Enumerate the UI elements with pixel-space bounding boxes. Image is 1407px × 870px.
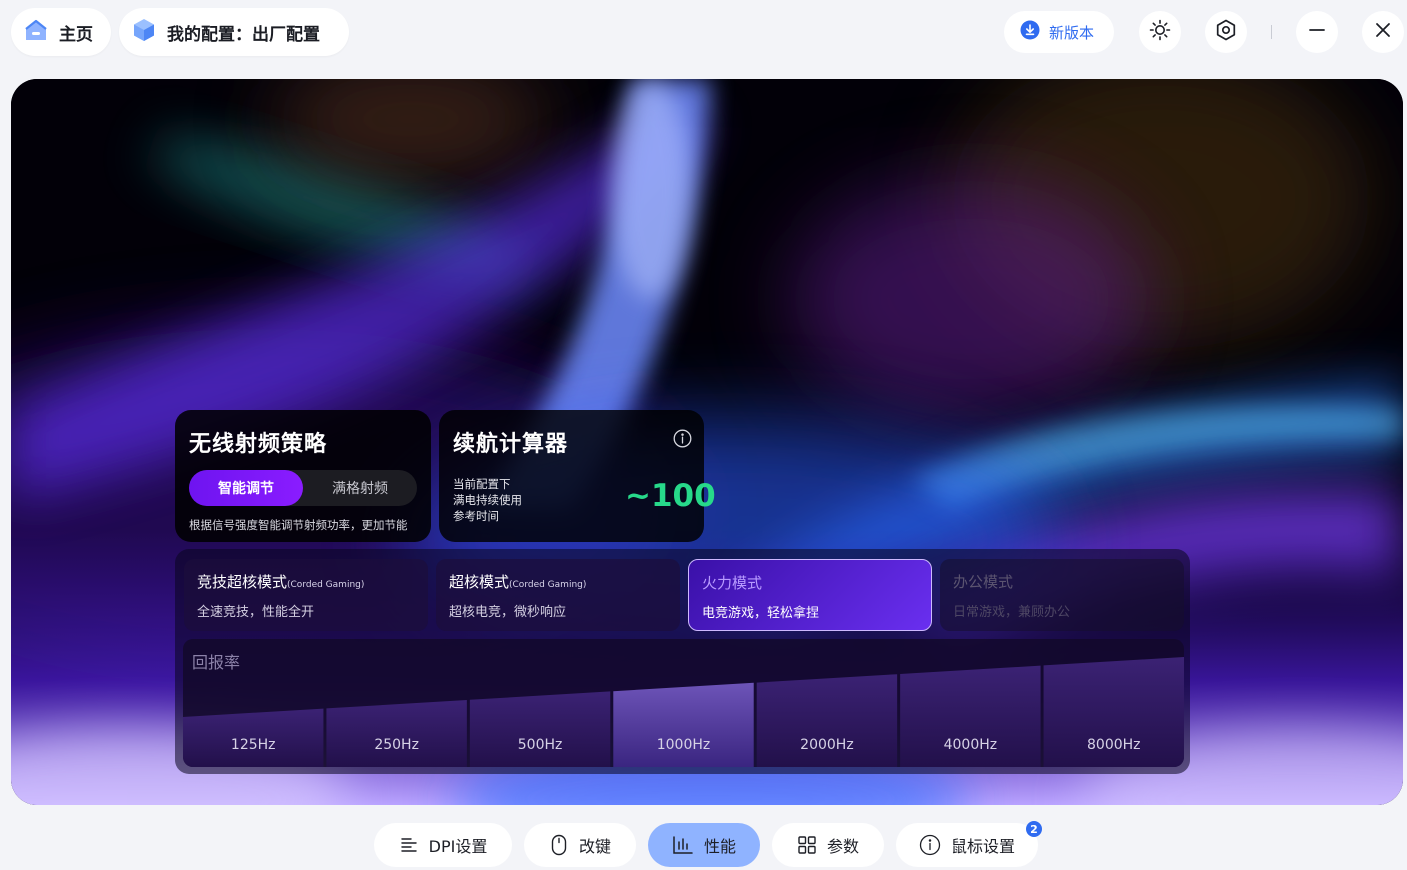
brightness-icon [1148,18,1172,46]
divider [1271,25,1272,39]
mode-name: 竞技超核模式(Corded Gaming) [197,573,365,591]
polling-rate-label: 125Hz [231,737,276,753]
battery-line: 参考时间 [453,509,499,523]
home-label: 主页 [59,24,93,45]
rf-strategy-description: 根据信号强度智能调节射频功率，更加节能 [189,518,408,532]
mode-card-office[interactable]: 办公模式 日常游戏，兼顾办公 [940,559,1184,631]
rf-option-full[interactable]: 满格射频 [303,470,417,506]
mode-card-core[interactable]: 超核模式(Corded Gaming) 超核电竞，微秒响应 [436,559,680,631]
polling-rate-title: 回报率 [192,653,241,672]
polling-rate-label: 8000Hz [1087,737,1141,753]
polling-rate-option[interactable]: 2000Hz [756,674,898,767]
home-icon [23,17,49,47]
mode-name: 超核模式(Corded Gaming) [449,573,587,591]
polling-rate-label: 4000Hz [944,737,998,753]
mode-subtitle: (Corded Gaming) [509,580,587,590]
polling-rate-option[interactable]: 4000Hz [900,665,1041,767]
download-icon [1020,20,1040,44]
mouse-icon [549,834,569,856]
new-version-label: 新版本 [1049,23,1095,42]
polling-rate-selector: 125Hz 250Hz 500Hz 1000Hz 2000Hz 4000Hz 8000Hz … [183,639,1184,767]
tab-label: 鼠标设置 [950,837,1015,856]
rf-option-smart[interactable]: 智能调节 [189,470,303,506]
dpi-icon [399,835,419,855]
minimize-icon [1307,20,1327,44]
theme-toggle-button[interactable] [1139,11,1181,53]
polling-rate-steps: 125Hz 250Hz 500Hz 1000Hz 2000Hz 4000Hz 8000Hz [183,657,1184,767]
polling-rate-option[interactable]: 125Hz [183,708,324,767]
tab-mouse-settings[interactable]: 鼠标设置 [896,823,1038,867]
polling-rate-option[interactable]: 250Hz [326,699,467,767]
mode-card-firepower[interactable]: 火力模式 电竞游戏，轻松拿捏 [688,559,932,631]
performance-icon [672,835,694,855]
tab-label: 性能 [703,837,736,856]
polling-rate-option[interactable]: 500Hz [469,691,611,767]
tab-label: 改键 [578,837,611,856]
close-button[interactable] [1362,11,1404,53]
mode-description: 全速竞技，性能全开 [197,605,315,620]
info-icon [919,834,941,856]
mode-name: 火力模式 [702,574,763,592]
battery-estimate-value: ~100 [625,478,716,514]
mode-card-competitive-core[interactable]: 竞技超核模式(Corded Gaming) 全速竞技，性能全开 [184,559,428,631]
polling-rate-bar[interactable] [326,699,467,767]
polling-rate-bar[interactable] [613,682,754,767]
tab-parameters[interactable]: 参数 [772,823,884,867]
settings-icon [1214,18,1238,46]
tab-label: DPI设置 [428,837,488,856]
battery-line: 当前配置下 [453,477,511,491]
polling-rate-label: 2000Hz [800,737,854,753]
tab-performance[interactable]: 性能 [648,823,760,867]
tab-label: 参数 [826,837,859,856]
tab-dpi-settings[interactable]: DPI设置 [374,823,512,867]
mode-description: 超核电竞，微秒响应 [449,605,567,620]
battery-calculator-card: 续航计算器 当前配置下 满电持续使用 参考时间 ~100 [439,410,716,542]
battery-line: 满电持续使用 [453,493,522,507]
info-icon[interactable] [673,429,692,452]
grid-icon [797,835,817,855]
mode-description: 日常游戏，兼顾办公 [953,605,1071,620]
mode-subtitle: (Corded Gaming) [287,580,365,590]
polling-rate-bar[interactable] [469,691,611,767]
battery-description: 当前配置下 满电持续使用 参考时间 [453,476,522,524]
rf-strategy-toggle: 智能调节 满格射频 [189,470,417,506]
polling-rate-label: 500Hz [518,737,563,753]
minimize-button[interactable] [1296,11,1338,53]
mode-name: 办公模式 [953,573,1014,591]
polling-rate-bar[interactable] [756,674,898,767]
settings-button[interactable] [1205,11,1247,53]
rf-strategy-card: 无线射频策略 智能调节 满格射频 根据信号强度智能调节射频功率，更加节能 [175,410,431,542]
polling-rate-label: 1000Hz [657,737,711,753]
polling-rate-option[interactable]: 8000Hz [1043,657,1184,767]
cube-icon [131,17,157,47]
battery-calculator-title: 续航计算器 [453,432,569,457]
polling-rate-label: 250Hz [374,737,419,753]
rf-strategy-title: 无线射频策略 [189,432,328,457]
mode-description: 电竞游戏，轻松拿捏 [702,606,820,621]
config-label: 我的配置：出厂配置 [167,24,320,45]
tab-key-remap[interactable]: 改键 [524,823,636,867]
polling-rate-option[interactable]: 1000Hz [613,682,754,767]
new-version-button[interactable]: 新版本 [1004,11,1114,53]
notification-badge: 2 [1026,821,1042,837]
close-icon [1373,20,1393,44]
config-button[interactable]: 我的配置：出厂配置 [119,8,349,56]
home-button[interactable]: 主页 [11,8,111,56]
